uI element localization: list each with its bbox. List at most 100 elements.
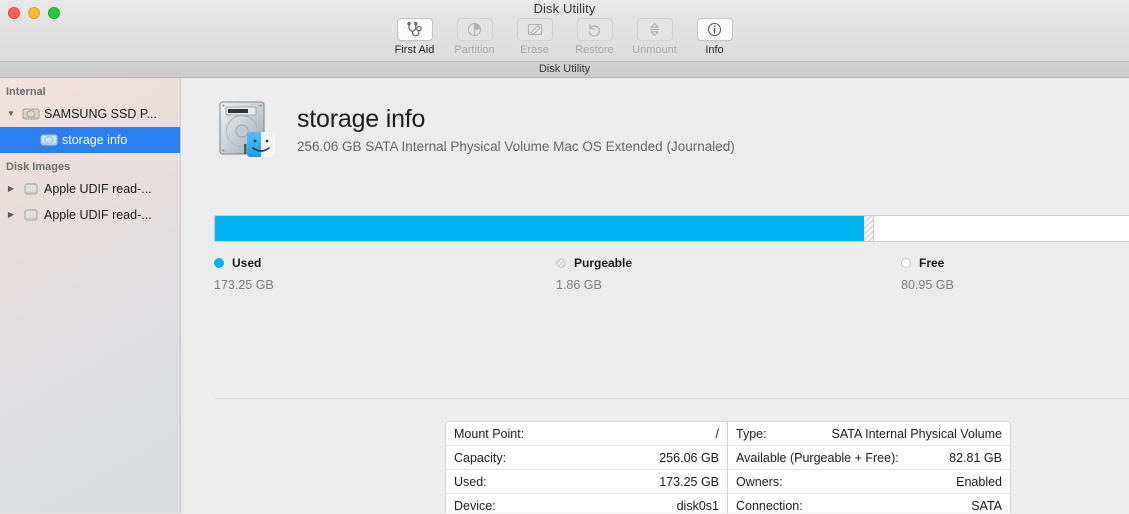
disk-utility-window: Disk Utility First Aid Partition Erase R… [0, 0, 1129, 514]
sidebar-item-apple-udif-1[interactable]: ▶ Apple UDIF read-... [0, 176, 180, 202]
window-titlebar: Disk Utility First Aid Partition Erase R… [0, 0, 1129, 62]
disclosure-triangle-icon[interactable]: ▶ [4, 176, 18, 202]
volume-header: storage info 256.06 GB SATA Internal Phy… [181, 78, 1129, 160]
legend-label: Used [232, 256, 262, 270]
erase-button[interactable] [516, 18, 553, 41]
sidebar-item-label: SAMSUNG SSD P... [44, 107, 157, 121]
toolbar-item-unmount[interactable]: Unmount [628, 18, 681, 56]
table-row: Mount Point: / [446, 422, 727, 446]
storage-legend: Used 173.25 GB Purgeable 1.86 GB Free 80… [214, 256, 1129, 306]
info-value: SATA Internal Physical Volume [831, 426, 1002, 441]
restore-arrow-icon [587, 22, 602, 37]
legend-label: Purgeable [574, 256, 633, 270]
info-value: SATA [971, 499, 1002, 513]
info-key: Device: [454, 499, 496, 513]
unmount-label: Unmount [632, 44, 677, 56]
table-row: Connection: SATA [728, 494, 1010, 513]
erase-icon [527, 22, 543, 37]
toolbar-item-erase[interactable]: Erase [508, 18, 561, 56]
disk-image-icon [18, 208, 44, 222]
eject-unmount-icon [648, 22, 661, 37]
window-body: Internal ▼ SAMSUNG SSD P... storage info… [0, 78, 1129, 513]
volume-name: storage info [297, 105, 426, 133]
info-key: Connection: [736, 499, 803, 513]
info-value: / [715, 426, 719, 441]
storage-segment-used [215, 216, 864, 241]
info-value: 82.81 GB [949, 450, 1002, 465]
sidebar-section-internal-header: Internal [6, 86, 46, 98]
info-value: 173.25 GB [659, 474, 719, 489]
tab-bar[interactable]: Disk Utility [0, 62, 1129, 78]
info-circle-icon [707, 22, 722, 37]
storage-bar-chart [214, 215, 1129, 242]
unmount-button[interactable] [636, 18, 673, 41]
used-swatch-icon [214, 258, 224, 268]
info-label: Info [705, 44, 724, 56]
table-row: Capacity: 256.06 GB [446, 446, 727, 470]
legend-item-used: Used 173.25 GB [214, 256, 274, 292]
hard-disk-with-finder-badge-icon [214, 98, 279, 160]
sidebar-item-storage-info[interactable]: storage info [0, 127, 180, 153]
toolbar: First Aid Partition Erase Restore Unmoun… [0, 18, 1129, 56]
info-key: Mount Point: [454, 426, 525, 441]
volume-description: 256.06 GB SATA Internal Physical Volume … [297, 139, 735, 154]
restore-label: Restore [575, 44, 614, 56]
info-key: Capacity: [454, 450, 507, 465]
info-value: 256.06 GB [659, 450, 719, 465]
table-row: Type: SATA Internal Physical Volume [728, 422, 1010, 446]
restore-button[interactable] [576, 18, 613, 41]
hard-drive-icon [18, 107, 44, 121]
sidebar-item-apple-udif-2[interactable]: ▶ Apple UDIF read-... [0, 202, 180, 228]
table-row: Available (Purgeable + Free): 82.81 GB [728, 446, 1010, 470]
legend-value: 1.86 GB [556, 278, 602, 292]
legend-item-free: Free 80.95 GB [901, 256, 954, 292]
legend-label: Free [919, 256, 945, 270]
toolbar-item-restore[interactable]: Restore [568, 18, 621, 56]
sidebar-item-samsung-ssd[interactable]: ▼ SAMSUNG SSD P... [0, 101, 180, 127]
table-row: Used: 173.25 GB [446, 470, 727, 494]
volume-detail-pane: storage info 256.06 GB SATA Internal Phy… [181, 78, 1129, 513]
volume-info-table: Mount Point: / Capacity: 256.06 GB Used:… [445, 421, 1011, 513]
table-row: Owners: Enabled [728, 470, 1010, 494]
legend-item-purgeable: Purgeable 1.86 GB [556, 256, 632, 292]
info-key: Type: [736, 426, 767, 441]
storage-segment-purgeable [863, 216, 875, 241]
info-value: Enabled [956, 474, 1002, 489]
info-key: Used: [454, 474, 487, 489]
info-key: Owners: [736, 474, 783, 489]
window-title: Disk Utility [533, 1, 596, 16]
legend-value: 80.95 GB [901, 278, 954, 292]
section-divider [214, 398, 1129, 399]
info-key: Available (Purgeable + Free): [736, 450, 899, 465]
purgeable-swatch-icon [556, 258, 566, 268]
free-swatch-icon [901, 258, 911, 268]
storage-usage-bar [214, 215, 1129, 242]
info-table-right-column: Type: SATA Internal Physical Volume Avai… [728, 422, 1010, 513]
info-value: disk0s1 [676, 499, 719, 513]
disclosure-triangle-icon[interactable]: ▶ [4, 202, 18, 228]
disclosure-triangle-icon[interactable]: ▼ [4, 101, 18, 127]
sidebar-item-label: storage info [62, 133, 128, 147]
partition-label: Partition [454, 44, 495, 56]
first-aid-label: First Aid [394, 44, 435, 56]
first-aid-button[interactable] [396, 18, 433, 41]
toolbar-item-partition[interactable]: Partition [448, 18, 501, 56]
disk-image-icon [18, 182, 44, 196]
toolbar-item-info[interactable]: Info [688, 18, 741, 56]
pie-chart-icon [467, 22, 482, 37]
info-button[interactable] [696, 18, 733, 41]
partition-button[interactable] [456, 18, 493, 41]
storage-segment-free [874, 216, 1129, 241]
table-row: Device: disk0s1 [446, 494, 727, 513]
toolbar-item-first-aid[interactable]: First Aid [388, 18, 441, 56]
legend-value: 173.25 GB [214, 278, 274, 292]
sidebar-item-label: Apple UDIF read-... [44, 182, 152, 196]
tab-disk-utility[interactable]: Disk Utility [539, 63, 590, 75]
info-table-left-column: Mount Point: / Capacity: 256.06 GB Used:… [446, 422, 728, 513]
sidebar: Internal ▼ SAMSUNG SSD P... storage info… [0, 78, 181, 513]
sidebar-item-label: Apple UDIF read-... [44, 208, 152, 222]
volume-icon [36, 133, 62, 147]
erase-label: Erase [520, 44, 549, 56]
stethoscope-icon [406, 22, 423, 37]
sidebar-section-disk-images-header: Disk Images [6, 161, 71, 173]
